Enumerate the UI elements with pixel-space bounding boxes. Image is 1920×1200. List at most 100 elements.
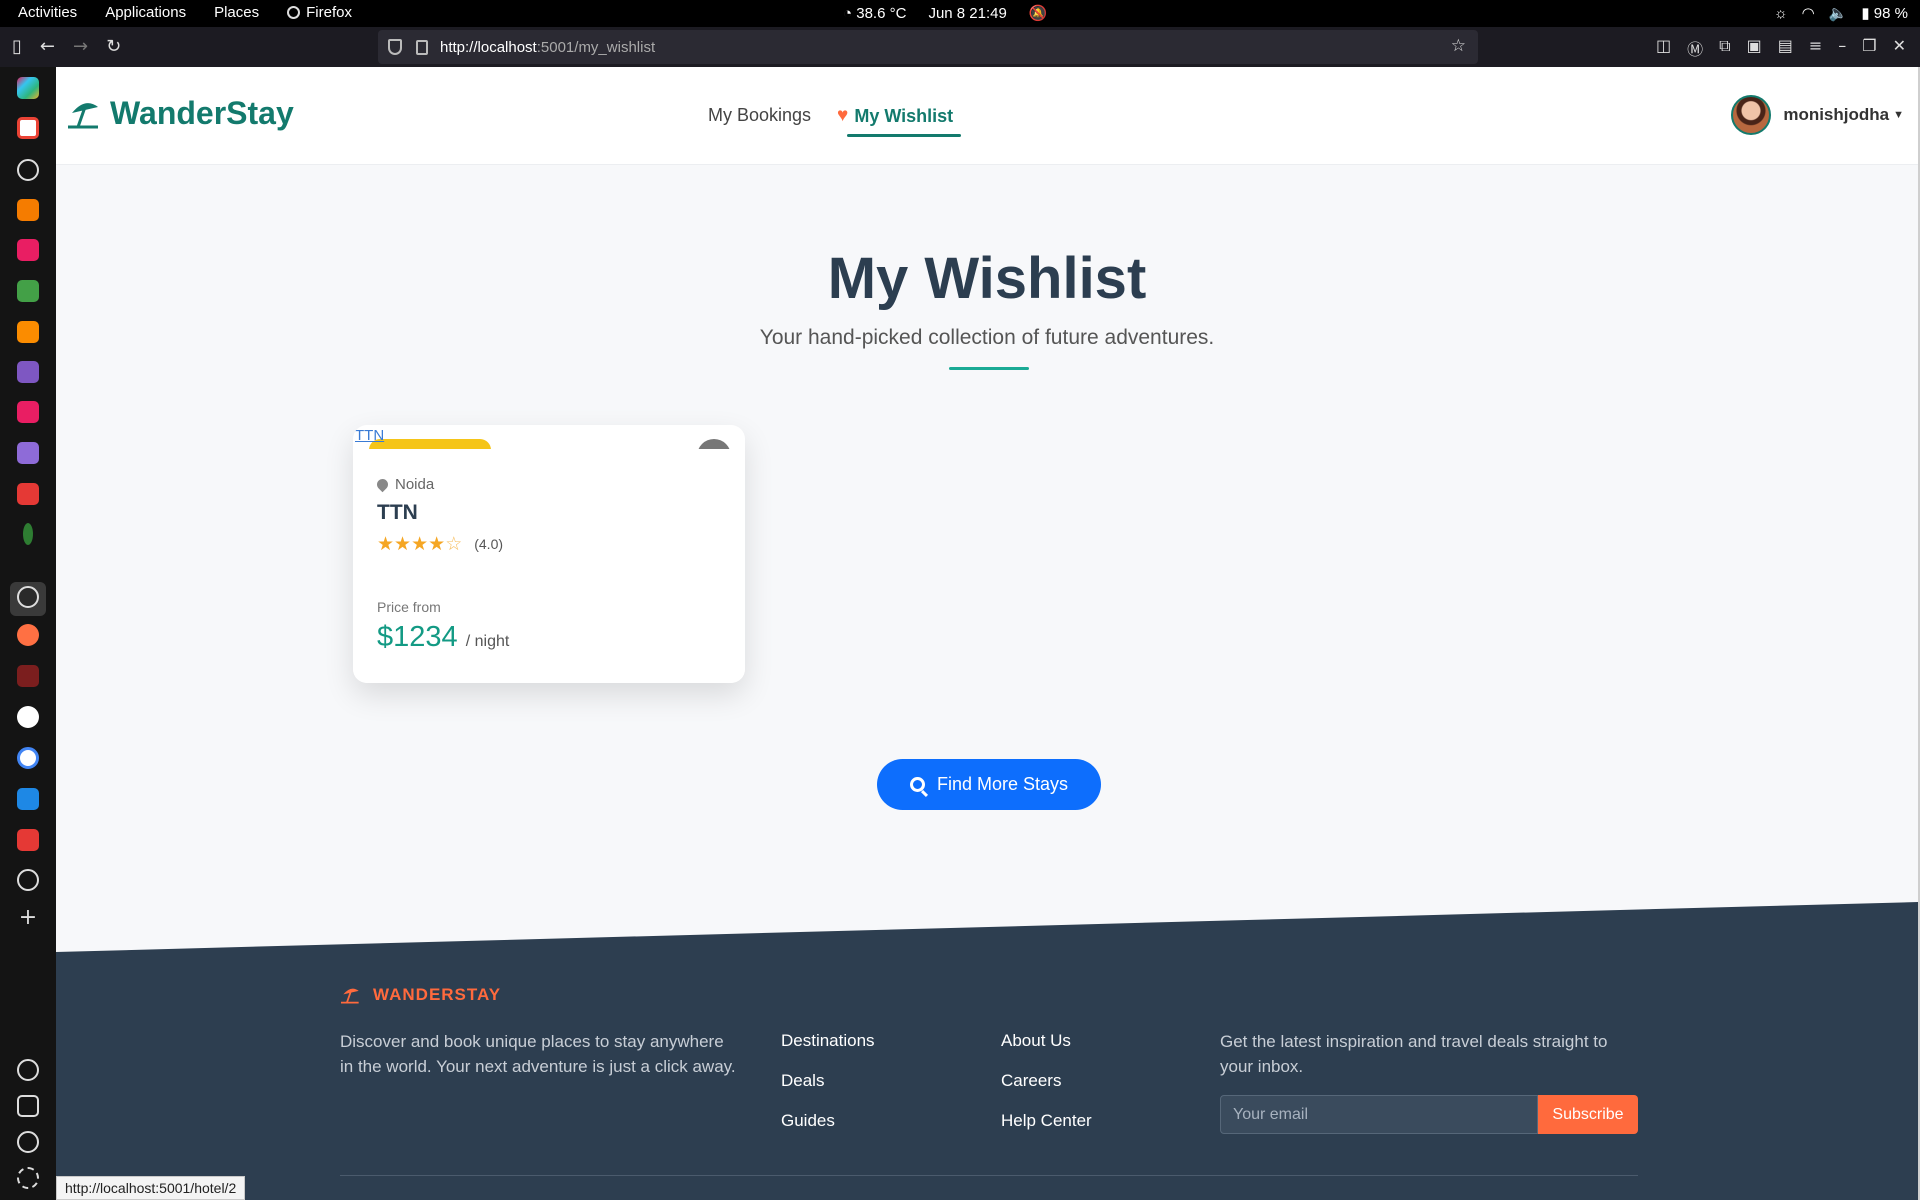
footer-about: Discover and book unique places to stay … xyxy=(340,1032,736,1076)
hotel-rating: ★★★★☆ (4.0) xyxy=(377,533,503,555)
firefox-icon xyxy=(287,6,301,19)
google-icon[interactable] xyxy=(17,747,39,769)
title-underline xyxy=(949,367,1029,370)
hotel-price: $1234 / night xyxy=(377,621,510,653)
volume-icon[interactable]: 🔈 xyxy=(1829,4,1848,22)
add-app-icon[interactable]: + xyxy=(17,907,39,929)
star-filled-icon: ★ xyxy=(377,533,395,555)
shield-icon[interactable] xyxy=(388,39,402,55)
wishlist-hotel-card[interactable]: TTN Noida TTN ★★★★☆ (4.0) Price from $12… xyxy=(353,425,745,683)
key-icon[interactable] xyxy=(23,523,33,545)
footer-link-help[interactable]: Help Center xyxy=(1001,1111,1092,1131)
notification-bell-icon[interactable]: 🔕 xyxy=(1029,4,1048,22)
footer-link-guides[interactable]: Guides xyxy=(781,1111,875,1131)
footer-link-destinations[interactable]: Destinations xyxy=(781,1031,875,1051)
menu-icon[interactable]: ≡ xyxy=(1809,36,1822,60)
page-icon xyxy=(416,39,428,55)
app-icon-green[interactable] xyxy=(17,280,39,302)
battery-indicator[interactable]: ▮ 98 % xyxy=(1861,4,1908,22)
map-pin-icon xyxy=(374,476,391,493)
user-menu[interactable]: monishjodha ▼ xyxy=(1731,95,1904,135)
firefox-dock-icon[interactable] xyxy=(17,624,39,646)
globe-icon-2[interactable] xyxy=(17,869,39,891)
app-icon-pink[interactable] xyxy=(17,239,39,261)
subscribe-button[interactable]: Subscribe xyxy=(1538,1095,1638,1134)
forward-button[interactable]: → xyxy=(73,36,88,57)
container-icon[interactable]: ▣ xyxy=(1747,36,1762,60)
app-icon-purple[interactable] xyxy=(17,361,39,383)
app-icon-dark-red[interactable] xyxy=(17,665,39,687)
cloud-app-icon[interactable] xyxy=(17,586,39,608)
sidebar-toggle-icon[interactable]: ▯ xyxy=(12,36,22,57)
hotel-name[interactable]: TTN xyxy=(377,501,418,525)
search-icon xyxy=(909,777,925,792)
footer-links-company: About Us Careers Help Center xyxy=(1001,1031,1092,1131)
email-field[interactable]: Your email xyxy=(1220,1095,1538,1134)
footer-link-about[interactable]: About Us xyxy=(1001,1031,1092,1051)
account-icon[interactable]: Ⓜ xyxy=(1687,36,1703,60)
main-navigation: My Bookings ♥ My Wishlist xyxy=(708,105,962,137)
hotel-location: Noida xyxy=(374,476,434,493)
nav-my-bookings[interactable]: My Bookings xyxy=(708,105,811,127)
bookmark-star-icon[interactable]: ☆ xyxy=(1451,36,1466,56)
newsletter-text: Get the latest inspiration and travel de… xyxy=(1220,1032,1608,1076)
app-icon-red-2[interactable] xyxy=(17,829,39,851)
star-filled-icon: ★ xyxy=(411,533,429,555)
clock[interactable]: Jun 8 21:49 xyxy=(928,5,1006,22)
link-status-bar: http://localhost:5001/hotel/2 xyxy=(56,1176,246,1200)
settings-gear-icon[interactable] xyxy=(17,1167,39,1189)
nav-my-wishlist[interactable]: ♥ My Wishlist xyxy=(837,105,962,137)
rss-icon[interactable] xyxy=(17,199,39,221)
extensions-icon[interactable]: ⧉ xyxy=(1719,36,1730,60)
star-empty-icon: ☆ xyxy=(445,533,463,555)
site-header: WanderStay My Bookings ♥ My Wishlist moni… xyxy=(56,67,1918,165)
application-dock: + xyxy=(0,67,56,1200)
hotel-image-alt[interactable]: TTN xyxy=(355,427,384,444)
rating-value: (4.0) xyxy=(474,536,504,552)
back-button[interactable]: ← xyxy=(40,36,55,57)
sidebar-icon[interactable]: ▤ xyxy=(1778,36,1793,60)
clock-icon[interactable] xyxy=(17,1131,39,1153)
app-icon-violet[interactable] xyxy=(17,442,39,464)
reload-button[interactable]: ↻ xyxy=(106,36,121,57)
globe-icon[interactable] xyxy=(17,159,39,181)
url-text[interactable]: http://localhost:5001/my_wishlist xyxy=(440,39,655,56)
app-icon-orange[interactable] xyxy=(17,321,39,343)
footer-brand[interactable]: WANDERSTAY xyxy=(341,985,501,1005)
close-window-button[interactable]: ✕ xyxy=(1893,36,1906,60)
pocket-icon[interactable]: ◫ xyxy=(1656,36,1671,60)
price-label: Price from xyxy=(377,599,441,615)
heart-icon: ♥ xyxy=(837,105,849,126)
system-top-bar: Activities Applications Places Firefox ◔… xyxy=(0,0,1920,27)
umbrella-logo-icon xyxy=(341,988,359,1004)
web-page: WanderStay My Bookings ♥ My Wishlist moni… xyxy=(56,67,1918,1200)
gmail-icon[interactable] xyxy=(17,117,39,139)
temperature-indicator[interactable]: ◔ 38.6 °C xyxy=(843,5,906,22)
activities-button[interactable]: Activities xyxy=(18,4,77,21)
footer-link-careers[interactable]: Careers xyxy=(1001,1071,1092,1091)
places-menu[interactable]: Places xyxy=(214,4,259,21)
minimize-button[interactable]: – xyxy=(1838,36,1846,60)
app-icon-pink-2[interactable] xyxy=(17,401,39,423)
avatar xyxy=(1731,95,1772,135)
star-filled-icon: ★ xyxy=(428,533,446,555)
app-icon-red[interactable] xyxy=(17,483,39,505)
url-bar[interactable]: http://localhost:5001/my_wishlist ☆ xyxy=(378,30,1478,64)
footer-link-deals[interactable]: Deals xyxy=(781,1071,875,1091)
wifi-icon[interactable]: ◠ xyxy=(1802,4,1815,22)
storage-icon[interactable] xyxy=(17,1095,39,1117)
slack-icon[interactable] xyxy=(17,77,39,99)
openai-icon[interactable] xyxy=(17,1059,39,1081)
docs-icon[interactable] xyxy=(17,788,39,810)
firefox-app-menu[interactable]: Firefox xyxy=(287,4,352,21)
find-more-stays-button[interactable]: Find More Stays xyxy=(877,759,1101,810)
applications-menu[interactable]: Applications xyxy=(105,4,186,21)
restore-button[interactable]: ❐ xyxy=(1862,36,1876,60)
footer-divider xyxy=(340,1175,1638,1176)
page-subtitle: Your hand-picked collection of future ad… xyxy=(759,326,1215,349)
star-filled-icon: ★ xyxy=(394,533,412,555)
rating-stars: ★★★★☆ xyxy=(377,533,462,555)
site-logo[interactable]: WanderStay xyxy=(68,95,294,132)
brightness-icon[interactable]: ☼ xyxy=(1774,5,1788,22)
github-icon[interactable] xyxy=(17,706,39,728)
